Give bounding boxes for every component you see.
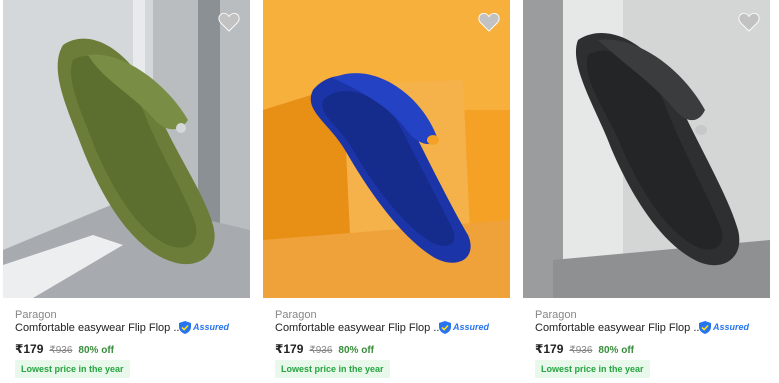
assured-badge: Assured [699,320,749,334]
selling-price: ₹179 [535,342,564,356]
price-row: ₹179 ₹936 80% off [535,342,634,356]
product-image[interactable] [263,0,510,298]
product-title[interactable]: Comfortable easywear Flip Flop ... [275,322,443,334]
product-brand: Paragon [15,309,57,321]
shield-icon [699,320,711,334]
lowest-price-badge: Lowest price in the year [535,360,650,378]
price-row: ₹179 ₹936 80% off [15,342,114,356]
product-card[interactable]: Paragon Comfortable easywear Flip Flop .… [3,0,250,383]
discount-label: 80% off [598,345,634,356]
assured-label: Assured [453,322,490,332]
product-brand: Paragon [535,309,577,321]
original-price: ₹936 [309,345,333,356]
assured-label: Assured [713,322,750,332]
selling-price: ₹179 [275,342,304,356]
assured-badge: Assured [179,320,229,334]
shield-icon [439,320,451,334]
shield-icon [179,320,191,334]
lowest-price-badge: Lowest price in the year [275,360,390,378]
product-card[interactable]: Paragon Comfortable easywear Flip Flop .… [263,0,510,383]
lowest-price-badge: Lowest price in the year [15,360,130,378]
original-price: ₹936 [49,345,73,356]
product-title[interactable]: Comfortable easywear Flip Flop ... [535,322,703,334]
original-price: ₹936 [569,345,593,356]
product-title[interactable]: Comfortable easywear Flip Flop ... [15,322,183,334]
product-brand: Paragon [275,309,317,321]
discount-label: 80% off [78,345,114,356]
product-card[interactable]: Paragon Comfortable easywear Flip Flop .… [523,0,770,383]
heart-icon[interactable] [478,12,500,32]
heart-icon[interactable] [218,12,240,32]
product-image[interactable] [523,0,770,298]
heart-icon[interactable] [738,12,760,32]
assured-label: Assured [193,322,230,332]
assured-badge: Assured [439,320,489,334]
product-image[interactable] [3,0,250,298]
selling-price: ₹179 [15,342,44,356]
discount-label: 80% off [338,345,374,356]
price-row: ₹179 ₹936 80% off [275,342,374,356]
